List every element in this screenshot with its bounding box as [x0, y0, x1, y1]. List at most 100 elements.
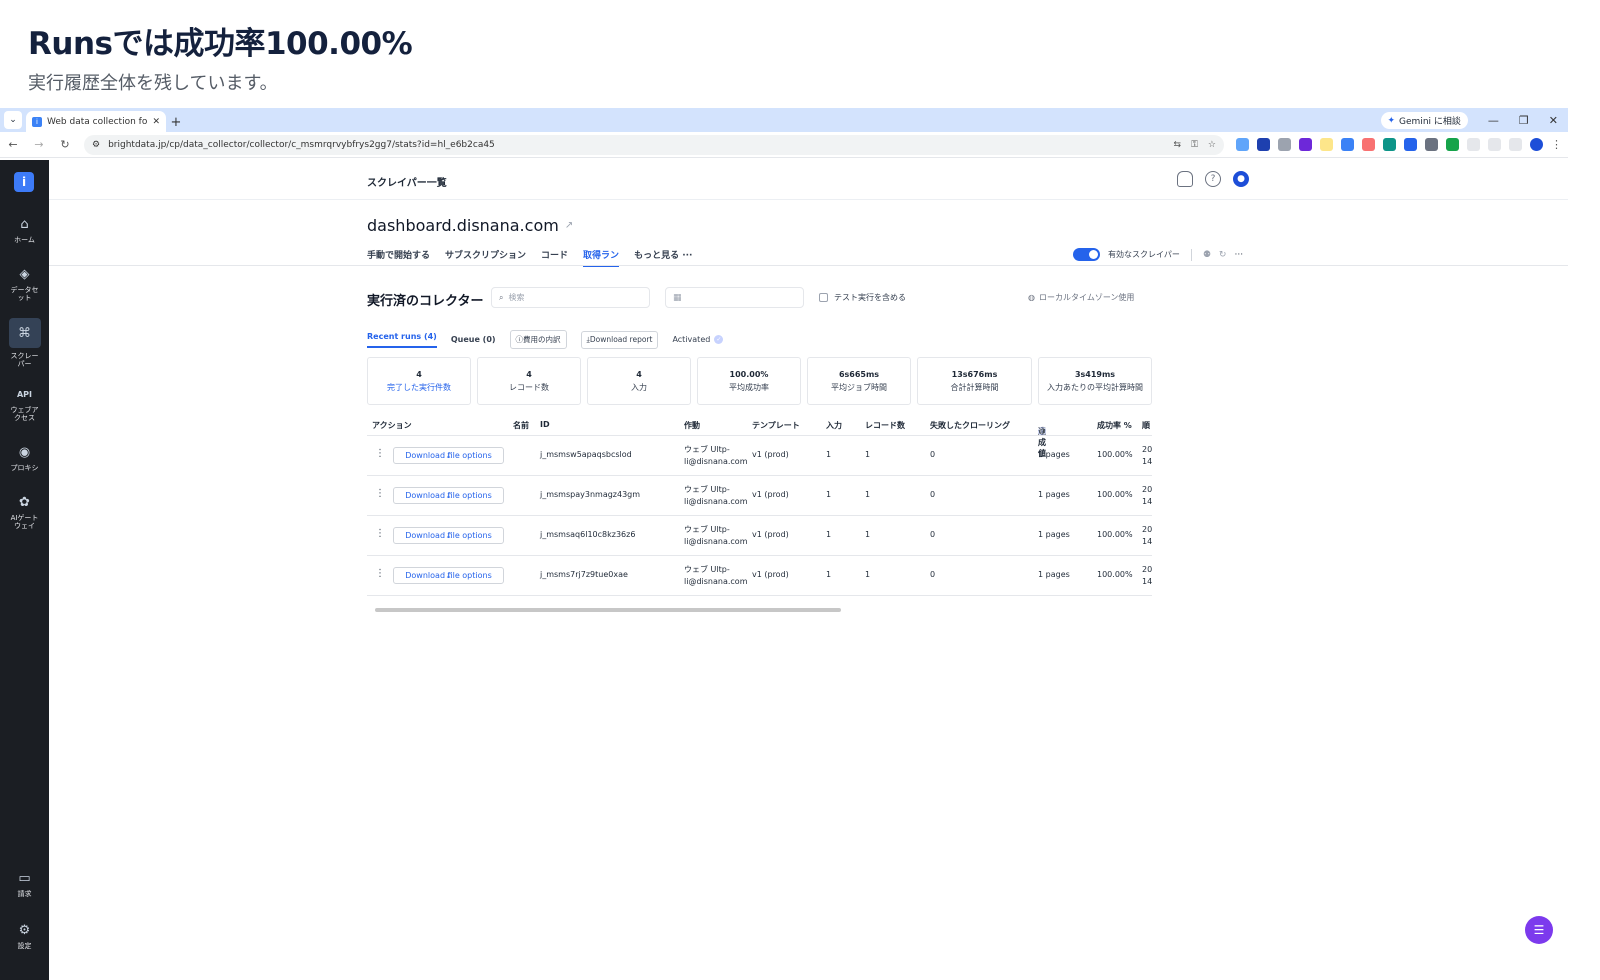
chat-button[interactable]: ☰ — [1525, 916, 1553, 944]
puzzle-icon[interactable] — [1467, 138, 1480, 151]
extension-icon[interactable] — [1236, 138, 1249, 151]
account-icon[interactable]: ● — [1233, 171, 1249, 187]
date-range-input[interactable]: ▦ — [665, 287, 804, 308]
download-icon[interactable] — [1488, 138, 1501, 151]
omnibox[interactable]: ⚙ brightdata.jp/cp/data_collector/collec… — [84, 134, 1224, 155]
run-id[interactable]: j_msms7rj7z9tue0xae — [540, 570, 628, 579]
history-icon[interactable]: ↻ — [1219, 250, 1227, 260]
site-info-icon[interactable]: ⚙ — [92, 140, 100, 150]
scrollbar-thumb[interactable] — [375, 608, 841, 612]
download-icon: ⤓ — [446, 450, 451, 460]
password-key-icon[interactable]: ⚿ — [1191, 140, 1198, 150]
breadcrumb[interactable]: スクレイパー一覧 — [367, 174, 447, 189]
horizontal-scrollbar[interactable] — [367, 608, 1152, 612]
download-file-options-button[interactable]: Download file options ⤓ — [393, 447, 504, 464]
rail-item-web-access[interactable]: API ウェブア クセス — [0, 386, 49, 423]
extension-icon[interactable] — [1383, 138, 1396, 151]
tab-more-label: もっと見る — [634, 251, 680, 261]
active-scraper-toggle[interactable] — [1073, 248, 1100, 261]
col-header[interactable]: 入力 — [826, 420, 842, 431]
records-cell: 1 — [865, 450, 871, 459]
browser-menu-icon[interactable]: ⋮ — [1551, 138, 1562, 151]
bookmark-star-icon[interactable]: ☆ — [1208, 140, 1216, 150]
close-window-icon[interactable]: ✕ — [1549, 114, 1558, 127]
col-header[interactable]: テンプレート — [752, 420, 800, 431]
stat-label[interactable]: 完了した実行件数 — [387, 382, 451, 393]
top-nav: スクレイパー一覧 ? ● — [49, 160, 1568, 200]
rail-item-datasets[interactable]: ◈ データセ ット — [0, 266, 49, 303]
include-test-label: テスト実行を含める — [834, 293, 906, 302]
extension-icon[interactable] — [1341, 138, 1354, 151]
download-report-button[interactable]: ⤓Download report — [580, 330, 659, 349]
minimize-icon[interactable]: — — [1488, 114, 1499, 127]
col-header[interactable]: 作動 — [684, 420, 700, 431]
rail-item-ai-gateway[interactable]: ✿ AIゲート ウェイ — [0, 494, 49, 531]
include-test-runs[interactable]: テスト実行を含める — [819, 292, 906, 303]
url-text[interactable]: brightdata.jp/cp/data_collector/collecto… — [108, 140, 1165, 150]
reload-icon[interactable]: ↻ — [58, 138, 72, 151]
brand-logo[interactable]: i — [14, 172, 34, 192]
profile-icon[interactable] — [1530, 138, 1543, 151]
row-menu-icon[interactable]: ⋮ — [375, 488, 385, 499]
row-menu-icon[interactable]: ⋮ — [375, 448, 385, 459]
table-row: ⋮ Download file options ⤓ j_msms7rj7z9tue0x… — [367, 556, 1152, 596]
tab-queue[interactable]: Queue (0) — [451, 335, 496, 344]
row-menu-icon[interactable]: ⋮ — [375, 528, 385, 539]
rail-label: 設定 — [17, 942, 32, 950]
close-tab-icon[interactable]: ✕ — [152, 117, 160, 127]
rail-item-billing[interactable]: ▭ 請求 — [0, 870, 49, 899]
extension-icon[interactable] — [1299, 138, 1312, 151]
debug-icon[interactable]: ⚉ — [1203, 250, 1211, 260]
rail-item-scrapers[interactable]: ⌘ スクレー パー — [0, 318, 49, 368]
rail-item-settings[interactable]: ⚙ 設定 — [0, 922, 49, 951]
external-link-icon[interactable]: ↗ — [565, 220, 573, 231]
download-file-options-button[interactable]: Download file options ⤓ — [393, 527, 504, 544]
run-id[interactable]: j_msmsw5apaqsbcslod — [540, 450, 632, 459]
search-input[interactable]: ⌕ 検索 — [491, 287, 650, 308]
rail-item-proxy[interactable]: ◉ プロキシ — [0, 444, 49, 473]
extension-icon[interactable] — [1278, 138, 1291, 151]
forward-icon[interactable]: → — [32, 138, 46, 151]
tab-search-button[interactable]: ⌄ — [4, 111, 22, 129]
row-menu-icon[interactable]: ⋮ — [375, 568, 385, 579]
translate-icon[interactable]: ⇆ — [1174, 140, 1182, 150]
activated-status: Activated ✓ — [672, 335, 724, 344]
help-icon[interactable]: ? — [1205, 171, 1221, 187]
left-rail: i ⌂ ホーム ◈ データセ ット ⌘ スクレー パー API ウェブア クセス… — [0, 160, 49, 980]
col-header[interactable]: 順 — [1142, 420, 1150, 431]
extension-icon[interactable] — [1425, 138, 1438, 151]
download-file-options-button[interactable]: Download file options ⤓ — [393, 487, 504, 504]
more-options-icon[interactable]: ··· — [1234, 250, 1243, 260]
col-header[interactable]: 成功率 % — [1097, 420, 1132, 431]
media-icon[interactable] — [1509, 138, 1522, 151]
col-header[interactable]: ID — [540, 420, 550, 429]
tab-recent-runs[interactable]: Recent runs (4) — [367, 332, 437, 348]
cost-breakdown-button[interactable]: ⓘ費用の内訳 — [509, 330, 567, 349]
download-file-options-button[interactable]: Download file options ⤓ — [393, 567, 504, 584]
extension-icon[interactable] — [1320, 138, 1333, 151]
new-tab-button[interactable]: + — [166, 112, 186, 132]
include-test-checkbox[interactable] — [819, 293, 828, 302]
info-icon: ⓘ — [515, 335, 524, 344]
restore-icon[interactable]: ❐ — [1519, 114, 1529, 127]
col-header[interactable]: 失敗したクローリング — [930, 420, 1010, 431]
local-timezone-toggle[interactable]: ◍ ローカルタイムゾーン使用 — [1028, 292, 1134, 303]
extension-icon[interactable] — [1404, 138, 1417, 151]
run-id[interactable]: j_msmspay3nmagz43gm — [540, 490, 640, 499]
col-header[interactable]: 名前 — [513, 420, 529, 431]
location-icon: ◉ — [18, 444, 31, 460]
order-bottom: 14 — [1142, 537, 1153, 546]
extension-icon[interactable] — [1257, 138, 1270, 151]
extension-icon[interactable] — [1362, 138, 1375, 151]
actor-cell: ウェブ Ultp-li@disnana.com — [684, 484, 748, 508]
success-rate-cell: 100.00% — [1097, 490, 1133, 499]
browser-tab[interactable]: i Web data collection for Busines ✕ — [26, 111, 166, 132]
gemini-button[interactable]: ✦ Gemini に相談 — [1380, 112, 1468, 129]
rail-item-home[interactable]: ⌂ ホーム — [0, 216, 49, 245]
bell-icon[interactable] — [1177, 171, 1193, 187]
col-header[interactable]: レコード数 — [865, 420, 905, 431]
back-icon[interactable]: ← — [6, 138, 20, 151]
stat-card: 4 入力 — [587, 357, 691, 405]
run-id[interactable]: j_msmsaq6l10c8kz36z6 — [540, 530, 635, 539]
extension-icon[interactable] — [1446, 138, 1459, 151]
